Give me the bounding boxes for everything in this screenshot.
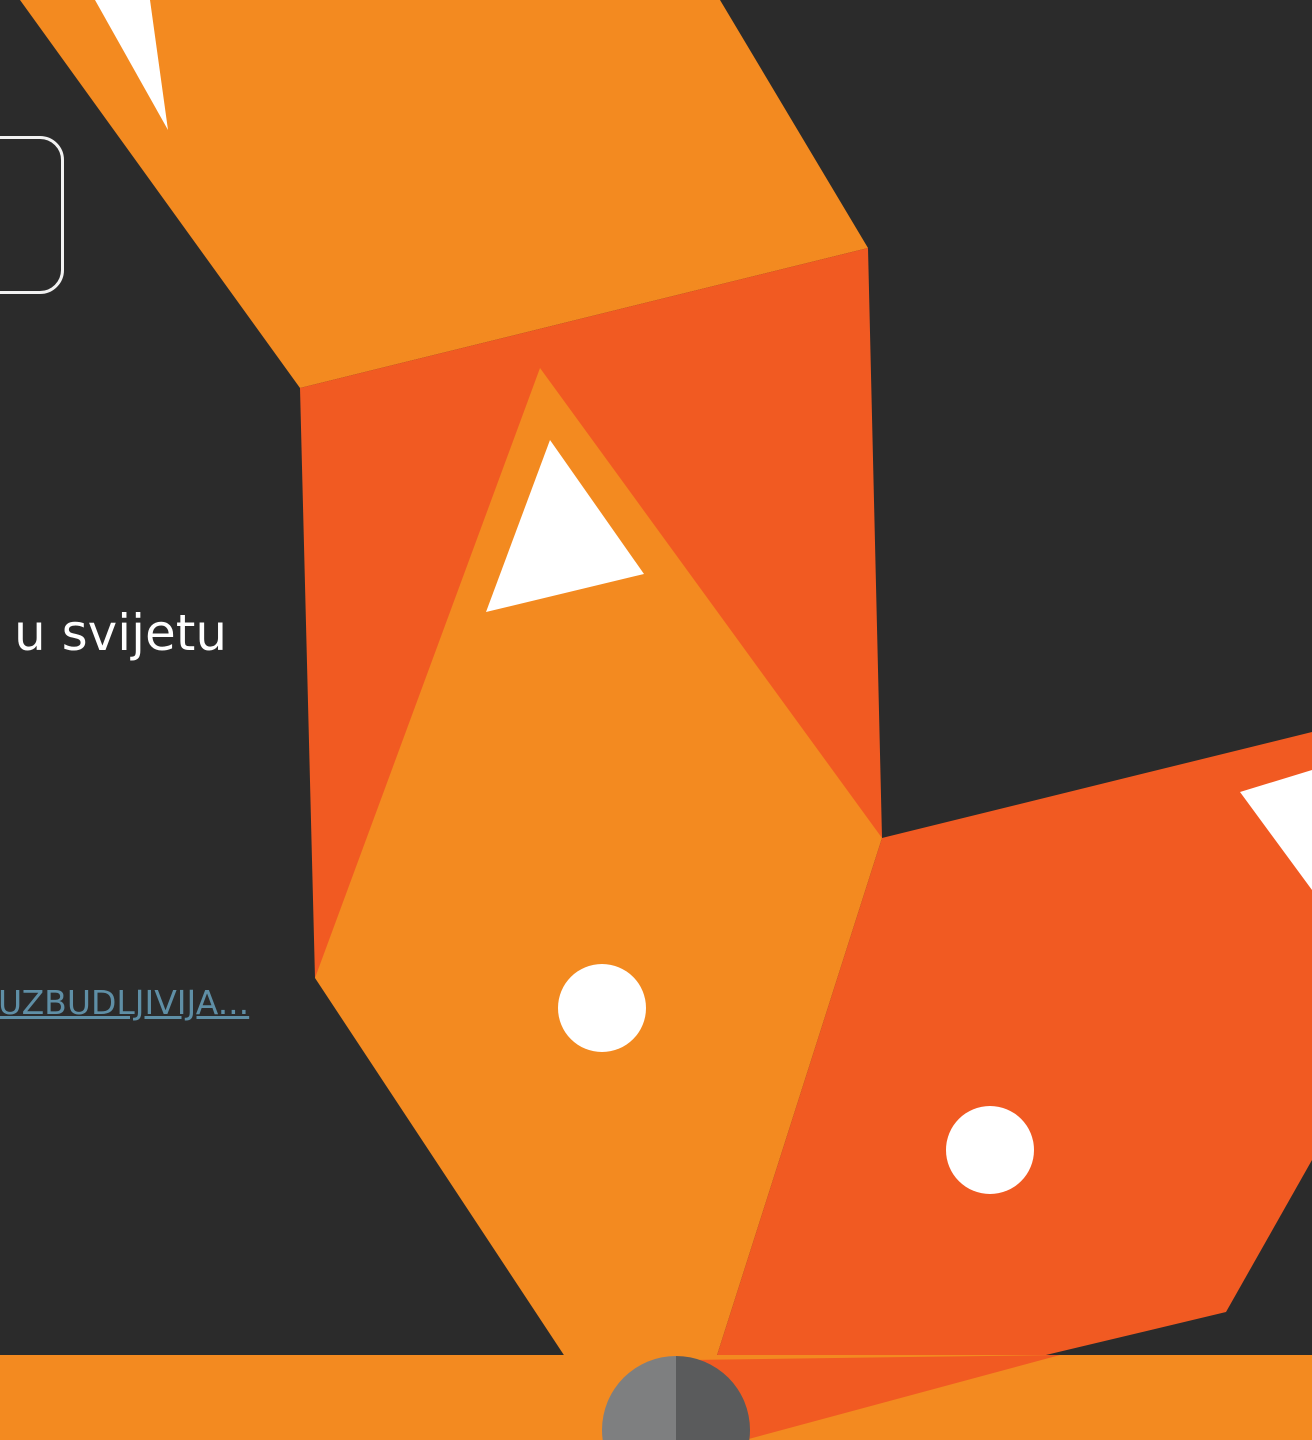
- outline-frame: [0, 136, 64, 294]
- headline: u svijetu: [14, 604, 228, 662]
- fox-eye-right: [946, 1106, 1034, 1194]
- page: u svijetu UZBUDLJIVIJA...: [0, 0, 1312, 1440]
- read-more-link[interactable]: UZBUDLJIVIJA...: [0, 980, 249, 1026]
- fox-eye-left: [558, 964, 646, 1052]
- scroll-top-icon[interactable]: [602, 1356, 750, 1440]
- geometric-fox-icon: [20, 0, 1312, 1440]
